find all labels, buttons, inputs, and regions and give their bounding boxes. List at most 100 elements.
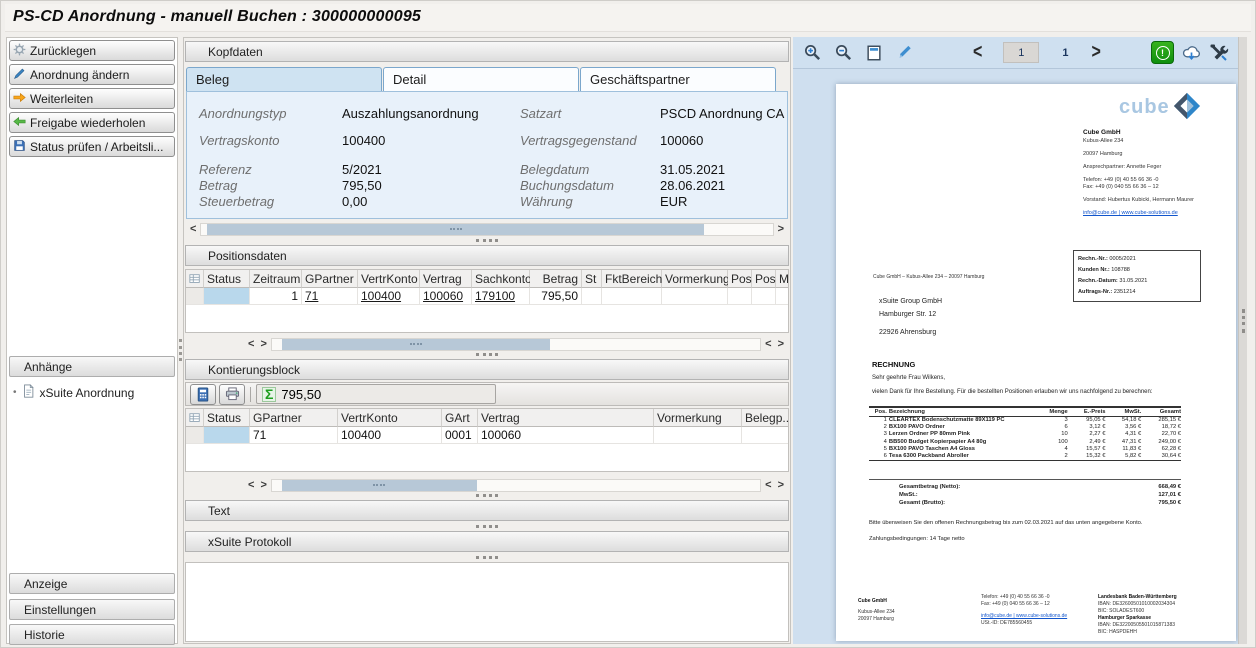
sum-field: Σ 795,50	[256, 384, 496, 404]
scroll-thumb[interactable]	[282, 480, 477, 491]
col-header[interactable]: Betrag	[530, 270, 582, 288]
col-header[interactable]: St	[582, 270, 602, 288]
status-alert-button[interactable]: !	[1151, 41, 1174, 64]
zoom-out-icon[interactable]	[832, 42, 854, 64]
tools-icon[interactable]	[1208, 42, 1230, 64]
item-name: BX100 PAVO Taschen A4 Gloss	[889, 446, 1038, 453]
scroll-right-icon[interactable]: >	[258, 480, 268, 490]
scroll-right-icon[interactable]: >	[776, 339, 786, 349]
scroll-left-icon[interactable]: <	[246, 339, 256, 349]
col-header[interactable]: Pos	[728, 270, 752, 288]
scroll-left-icon[interactable]: <	[188, 224, 198, 234]
tab-geschaeftspartner[interactable]: Geschäftspartner	[580, 67, 776, 91]
positionsdaten-header[interactable]: Positionsdaten	[185, 245, 789, 266]
sum-icon[interactable]: Σ	[262, 387, 276, 402]
select-all-icon[interactable]	[186, 409, 204, 427]
kontierungsblock-hscrollbar[interactable]: < > < >	[188, 478, 786, 492]
vertrkonto-link[interactable]: 100400	[361, 289, 401, 303]
calculator-button[interactable]	[190, 384, 216, 405]
cloud-download-icon[interactable]	[1180, 42, 1202, 64]
anzeige-header[interactable]: Anzeige	[9, 573, 175, 594]
scroll-right-icon[interactable]: >	[776, 224, 786, 234]
kopfdaten-header[interactable]: Kopfdaten	[185, 41, 789, 62]
splitter-grip[interactable]	[476, 239, 498, 242]
previous-page-icon[interactable]: <	[973, 41, 982, 64]
col-header[interactable]: Vormerkung	[654, 409, 742, 427]
page-number-input[interactable]	[1003, 42, 1039, 63]
splitter-grip[interactable]	[476, 353, 498, 356]
gpartner-link[interactable]: 71	[305, 289, 318, 303]
sidebar-splitter-grip[interactable]	[179, 339, 182, 361]
arrow-right-icon	[13, 91, 26, 107]
col-header[interactable]: Status	[204, 270, 250, 288]
sachkonto-cell: 179100	[472, 288, 530, 305]
row-selector[interactable]	[186, 288, 204, 305]
positionsdaten-hscrollbar[interactable]: < > < >	[188, 337, 786, 351]
col-header[interactable]: Status	[204, 409, 250, 427]
col-header[interactable]: MV erz.	[776, 270, 789, 288]
status-pruefen-button[interactable]: Status prüfen / Arbeitsli...	[9, 136, 175, 157]
col-header[interactable]: Vormerkung	[662, 270, 728, 288]
freigabe-wiederholen-button[interactable]: Freigabe wiederholen	[9, 112, 175, 133]
protokoll-section-header[interactable]: xSuite Protokoll	[185, 531, 789, 552]
sachkonto-link[interactable]: 179100	[475, 289, 515, 303]
vertrag-link[interactable]: 100060	[423, 289, 463, 303]
scroll-channel[interactable]	[271, 479, 761, 492]
positionsdaten-row[interactable]: 1 71 100400 100060 179100 795,50	[186, 288, 788, 305]
fit-page-icon[interactable]	[863, 42, 885, 64]
supplier-block: Cube GmbH Kubus-Allee 234 20097 Hamburg …	[1083, 129, 1213, 217]
scroll-left-icon[interactable]: <	[763, 480, 773, 490]
anordnung-aendern-button[interactable]: Anordnung ändern	[9, 64, 175, 85]
scroll-channel[interactable]	[271, 338, 761, 351]
item-price: 95,05 €	[1068, 417, 1106, 424]
text-section-header[interactable]: Text	[185, 500, 789, 521]
zoom-in-icon[interactable]	[801, 42, 823, 64]
viewer-splitter[interactable]	[1238, 37, 1247, 644]
col-header[interactable]: VertrKonto	[358, 270, 420, 288]
einstellungen-header[interactable]: Einstellungen	[9, 599, 175, 620]
tab-geschaeftspartner-label: Geschäftspartner	[590, 72, 690, 87]
col-header[interactable]: GArt	[442, 409, 478, 427]
scroll-channel[interactable]	[200, 223, 773, 236]
item-name: CLEARTEX Bodenschutzmatte 89X119 PC	[889, 417, 1038, 424]
betrag-cell: 795,50	[530, 288, 582, 305]
row-selector[interactable]	[186, 427, 204, 444]
vormerkung-cell	[662, 288, 728, 305]
splitter-grip[interactable]	[476, 525, 498, 528]
attachment-item-xsuite-anordnung[interactable]: • xSuite Anordnung	[13, 384, 134, 401]
main-panel: Kopfdaten Beleg Detail Geschäftspartner …	[183, 37, 791, 644]
col-header[interactable]: GPartner	[250, 409, 338, 427]
scroll-left-icon[interactable]: <	[763, 339, 773, 349]
col-header[interactable]: Belegp..	[742, 409, 789, 427]
scroll-left-icon[interactable]: <	[246, 480, 256, 490]
tab-detail[interactable]: Detail	[383, 67, 579, 91]
kontierungsblock-row[interactable]: 71 100400 0001 100060	[186, 427, 788, 444]
anhaenge-header[interactable]: Anhänge	[9, 356, 175, 377]
splitter-grip[interactable]	[476, 494, 498, 497]
zuruecklegen-button[interactable]: Zurücklegen	[9, 40, 175, 61]
scroll-thumb[interactable]	[282, 339, 551, 350]
scroll-right-icon[interactable]: >	[776, 480, 786, 490]
col-header[interactable]: Pos	[752, 270, 776, 288]
highlighter-icon[interactable]	[894, 42, 916, 64]
weiterleiten-button[interactable]: Weiterleiten	[9, 88, 175, 109]
scroll-right-icon[interactable]: >	[258, 339, 268, 349]
historie-header[interactable]: Historie	[9, 624, 175, 645]
kopfdaten-tabs: Beleg Detail Geschäftspartner	[186, 67, 788, 91]
kopfdaten-hscrollbar[interactable]: < >	[188, 222, 786, 236]
print-button[interactable]	[219, 384, 245, 405]
col-header[interactable]: FktBereich	[602, 270, 662, 288]
viewer-splitter-grip[interactable]	[1242, 309, 1245, 333]
col-header[interactable]: GPartner	[302, 270, 358, 288]
select-all-icon[interactable]	[186, 270, 204, 288]
next-page-icon[interactable]: >	[1091, 41, 1100, 64]
col-header[interactable]: Vertrag	[420, 270, 472, 288]
col-header[interactable]: Sachkonto	[472, 270, 530, 288]
tab-beleg[interactable]: Beleg	[186, 67, 382, 91]
col-header[interactable]: Vertrag	[478, 409, 654, 427]
kontierungsblock-header[interactable]: Kontierungsblock	[185, 359, 789, 380]
col-header[interactable]: VertrKonto	[338, 409, 442, 427]
col-header[interactable]: Zeitraum	[250, 270, 302, 288]
scroll-thumb[interactable]	[207, 224, 704, 235]
splitter-grip[interactable]	[476, 556, 498, 559]
